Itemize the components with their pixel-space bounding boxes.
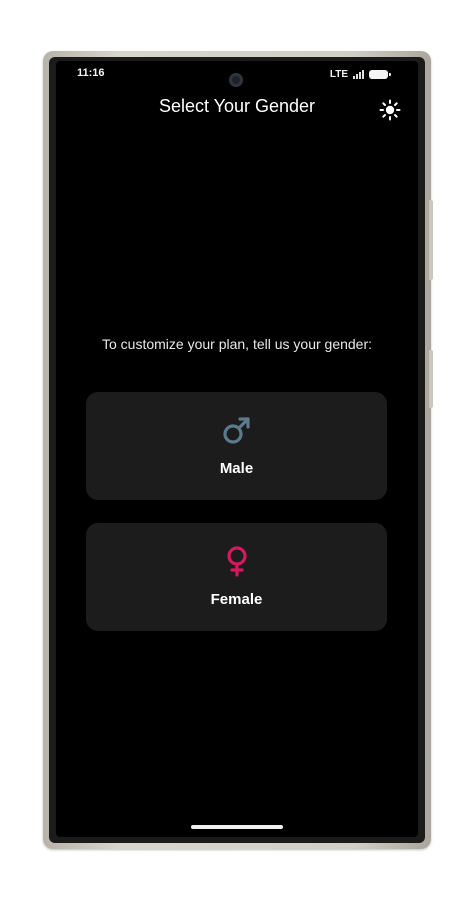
female-symbol-icon	[227, 546, 247, 577]
status-indicators: LTE	[329, 67, 391, 81]
female-option-button[interactable]: Female	[86, 523, 387, 631]
status-time: 11:16	[77, 67, 105, 79]
female-option-label: Female	[210, 591, 263, 608]
male-option-button[interactable]: Male	[86, 392, 387, 500]
volume-button	[429, 350, 433, 408]
gesture-nav-handle[interactable]	[191, 825, 283, 829]
network-type: LTE	[329, 68, 348, 80]
signal-icon	[353, 69, 364, 79]
app-screen: 11:16 LTE Select Your Gender To customiz…	[56, 61, 418, 837]
male-symbol-icon	[223, 417, 250, 444]
sun-icon	[379, 99, 401, 121]
power-button	[429, 200, 433, 280]
front-camera	[229, 73, 243, 87]
gender-prompt: To customize your plan, tell us your gen…	[101, 336, 373, 352]
device-mockup: 11:16 LTE Select Your Gender To customiz…	[0, 0, 475, 900]
male-option-label: Male	[219, 460, 254, 477]
theme-toggle-button[interactable]	[378, 98, 402, 122]
page-title: Select Your Gender	[158, 96, 316, 116]
battery-icon	[369, 69, 391, 79]
